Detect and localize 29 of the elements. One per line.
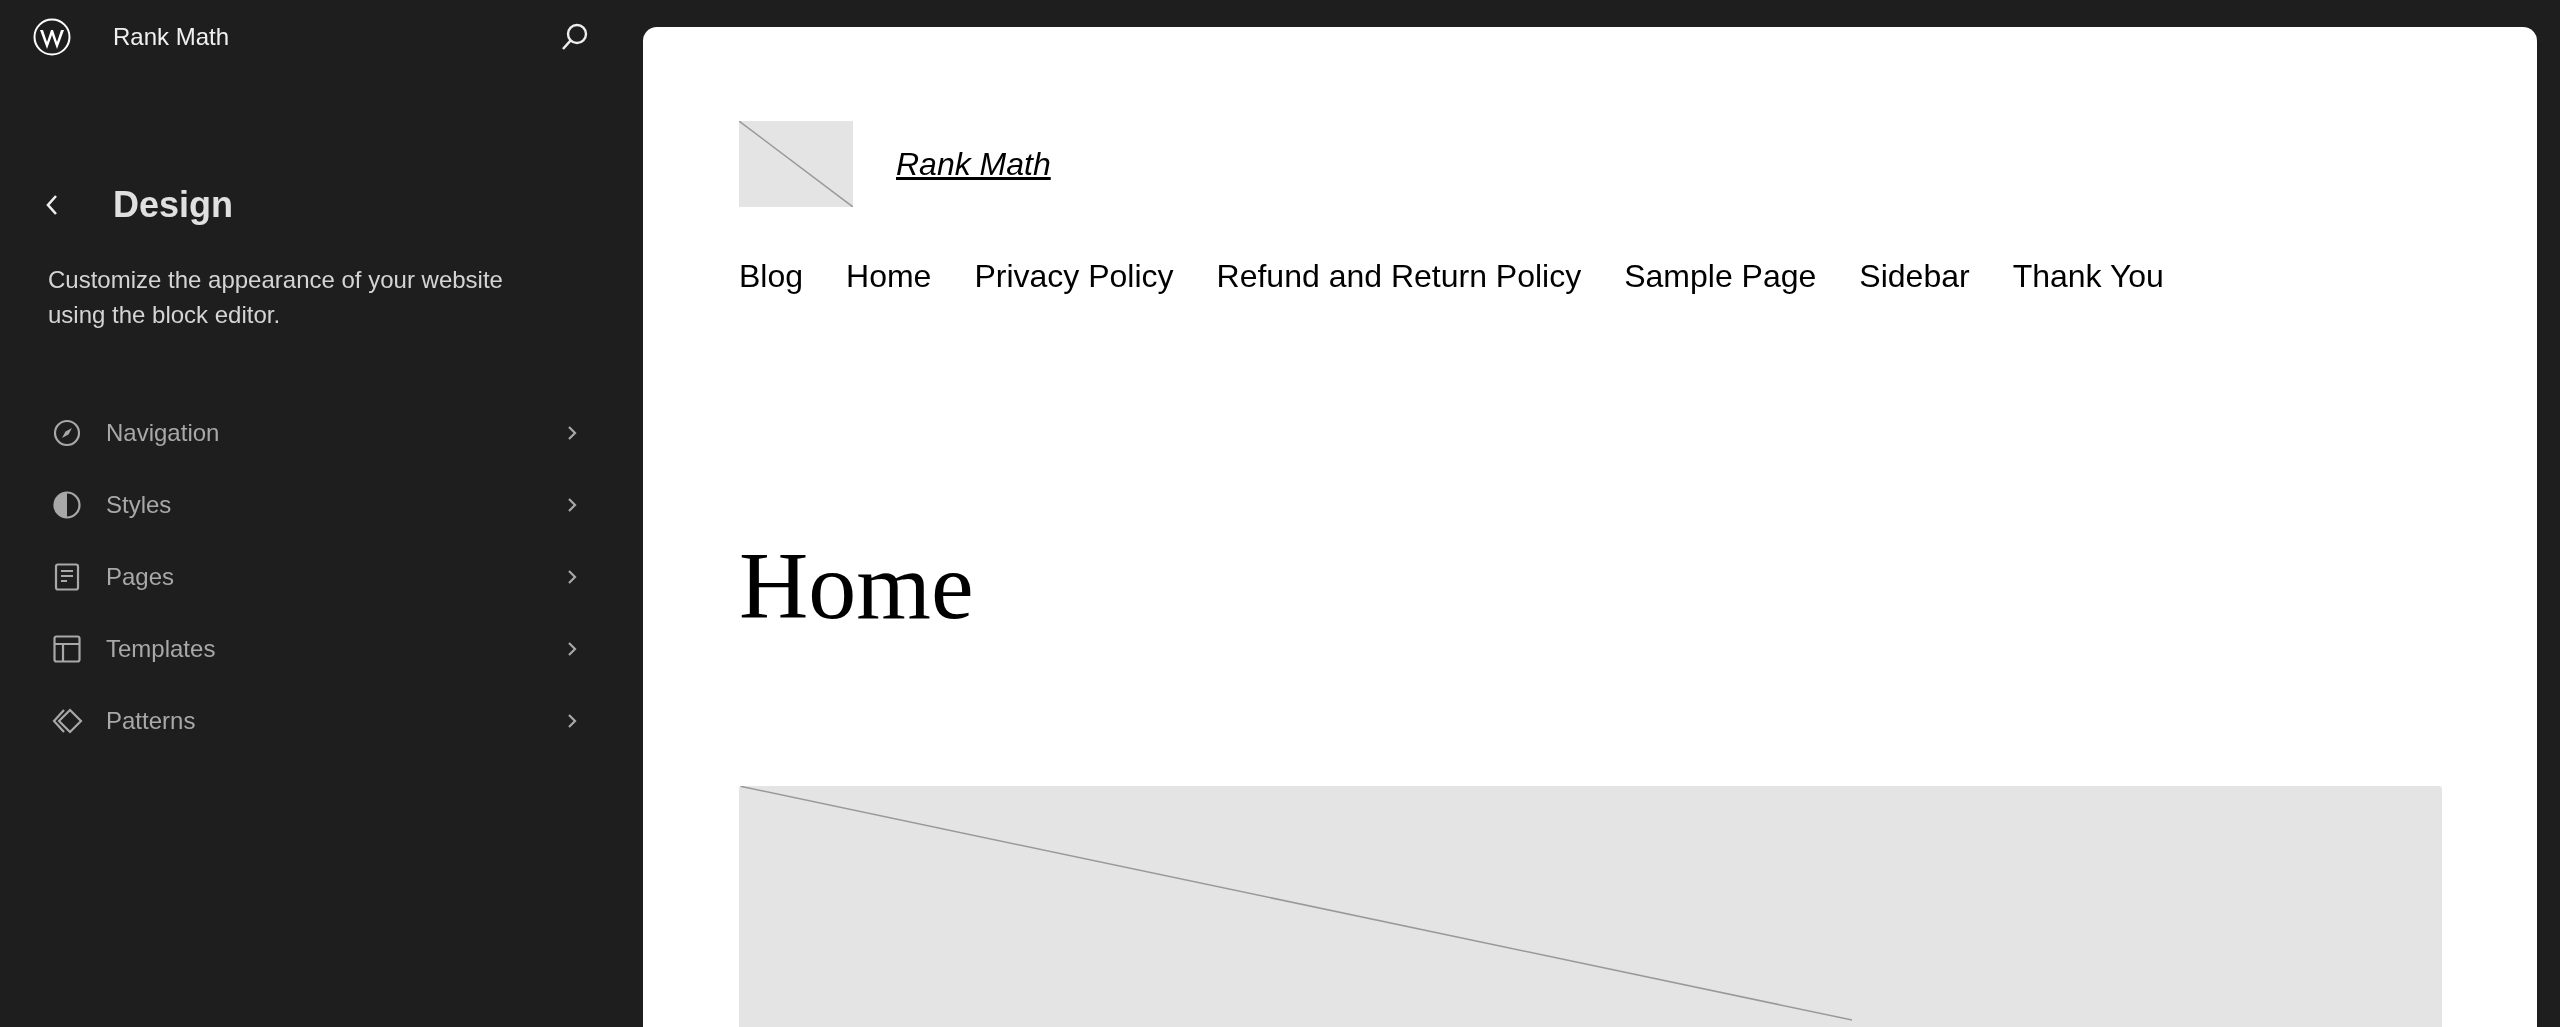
nav-link[interactable]: Sample Page (1624, 252, 1817, 300)
chevron-right-icon (567, 569, 577, 585)
layout-icon (52, 634, 83, 664)
page-title: Home (739, 531, 975, 641)
site-title-link[interactable]: Rank Math (896, 140, 1051, 188)
site-name[interactable]: Rank Math (113, 19, 230, 55)
chevron-right-icon (567, 641, 577, 657)
nav-link[interactable]: Thank You (2012, 252, 2164, 300)
nav-link[interactable]: Refund and Return Policy (1216, 252, 1582, 300)
menu-item[interactable]: Templates (0, 613, 643, 685)
nav-link[interactable]: Blog (739, 252, 804, 300)
back-chevron-icon (45, 193, 59, 217)
nav-link[interactable]: Sidebar (1859, 252, 1970, 300)
panel-title: Design (113, 183, 234, 227)
compass-icon (52, 418, 83, 448)
menu-item[interactable]: Navigation (0, 397, 643, 469)
nav-link[interactable]: Home (846, 252, 932, 300)
chevron-right-icon (567, 713, 577, 729)
search-icon (560, 22, 590, 52)
menu-item[interactable]: Pages (0, 541, 643, 613)
menu-item[interactable]: Styles (0, 469, 643, 541)
chevron-right-icon (567, 425, 577, 441)
nav-link[interactable]: Privacy Policy (974, 252, 1174, 300)
menu-item[interactable]: Patterns (0, 685, 643, 757)
panel-description: Customize the appearance of your website using the block editor. (48, 265, 504, 330)
chevron-right-icon (567, 497, 577, 513)
wordpress-logo-icon[interactable] (33, 18, 71, 56)
half-circle-icon (52, 490, 83, 520)
diamond-icon (52, 706, 83, 736)
